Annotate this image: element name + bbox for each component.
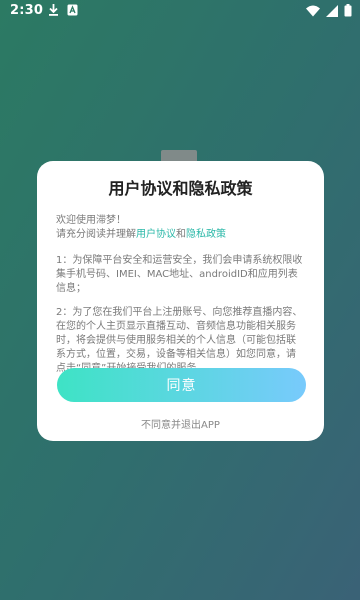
disagree-exit-button[interactable]: 不同意并退出APP	[37, 416, 324, 431]
permission-paragraph: 1：为保障平台安全和运营安全，我们会申请系统权限收集手机号码、IMEI、MAC地…	[56, 255, 303, 294]
signal-icon	[326, 4, 338, 17]
status-time: 2:30	[10, 3, 44, 18]
download-icon	[48, 4, 59, 16]
wifi-icon	[306, 5, 320, 17]
status-bar: 2:30	[0, 0, 360, 24]
service-paragraph: 2：为了您在我们平台上注册账号、向您推荐直播内容、在您的个人主页显示直播互动、音…	[56, 307, 303, 374]
user-agreement-link[interactable]: 用户协议	[136, 229, 176, 240]
and-text: 和	[176, 229, 186, 240]
status-system-icons	[306, 4, 352, 17]
agree-button[interactable]: 同意	[57, 368, 306, 402]
welcome-text: 欢迎使用滞梦！	[56, 215, 126, 226]
read-notice: 请充分阅读并理解用户协议和隐私政策	[56, 228, 305, 242]
a-letter-icon	[67, 4, 78, 16]
dialog-title: 用户协议和隐私政策	[108, 179, 253, 198]
read-prefix: 请充分阅读并理解	[56, 229, 136, 240]
privacy-policy-link[interactable]: 隐私政策	[186, 229, 226, 240]
status-notification-icons	[48, 4, 78, 16]
privacy-dialog: 用户协议和隐私政策 欢迎使用滞梦！ 请充分阅读并理解用户协议和隐私政策 1：为保…	[37, 161, 324, 441]
battery-icon	[344, 4, 352, 17]
